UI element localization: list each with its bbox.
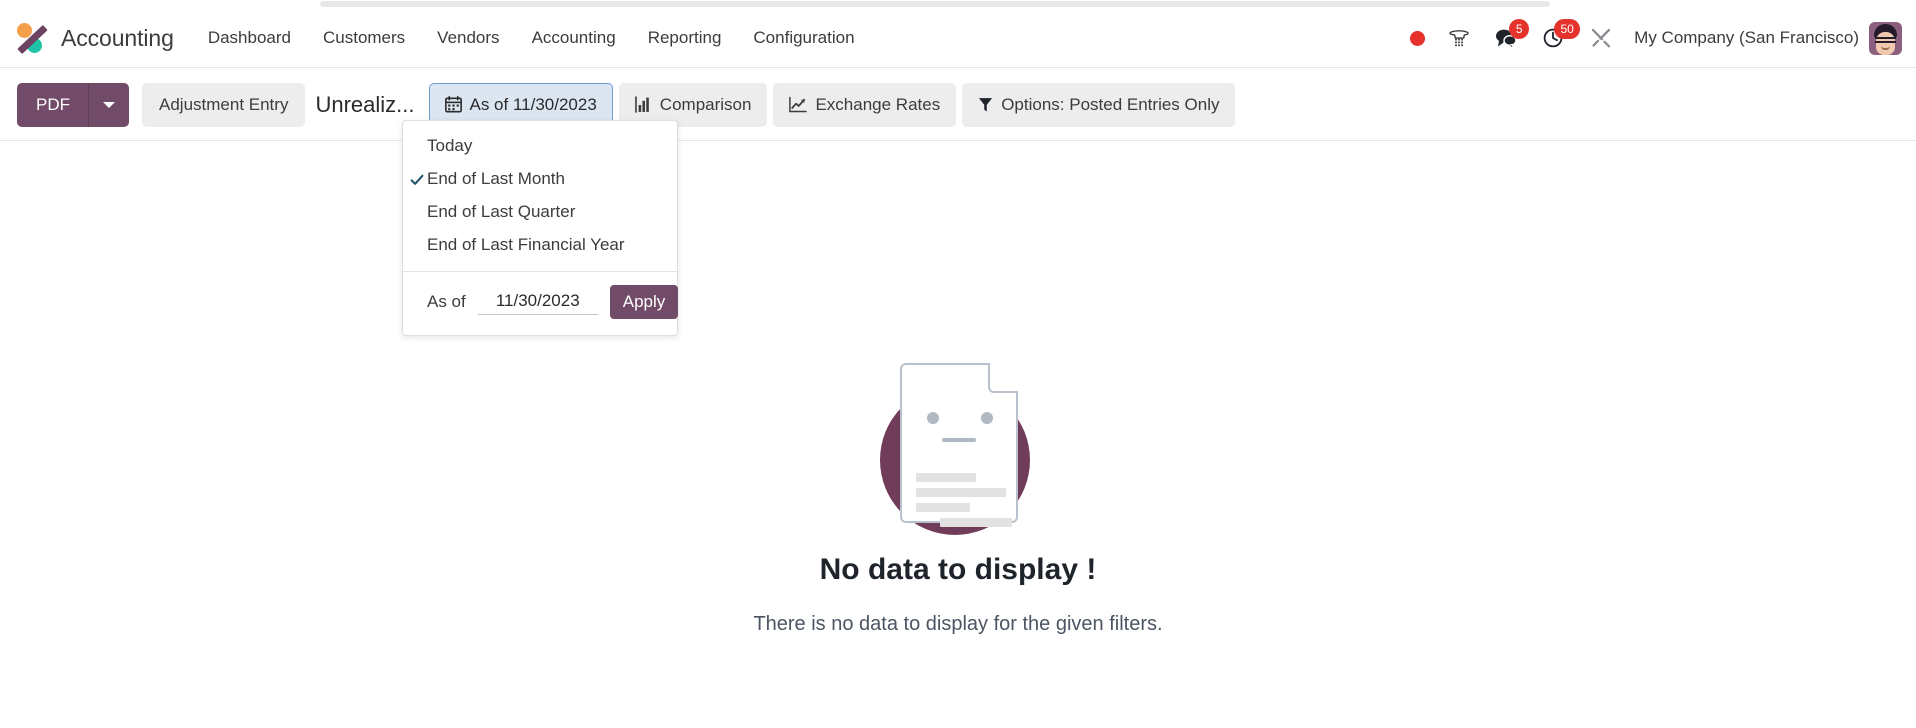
- company-switcher[interactable]: My Company (San Francisco): [1634, 28, 1859, 48]
- report-title: Unrealiz...: [315, 91, 415, 117]
- illustration-page-fold: [988, 363, 1018, 393]
- check-icon: [410, 172, 424, 186]
- record-dot-icon: [1410, 30, 1426, 46]
- avatar-face: [1876, 31, 1895, 55]
- no-data-subtitle: There is no data to display for the give…: [753, 613, 1163, 635]
- pdf-export-button[interactable]: PDF: [17, 82, 89, 127]
- illustration-text-line: [916, 488, 1006, 497]
- illustration-text-line: [916, 503, 970, 512]
- exchange-rates-label: Exchange Rates: [815, 94, 941, 114]
- user-avatar[interactable]: [1869, 21, 1902, 55]
- chevron-down-icon: [103, 101, 115, 108]
- as-of-label: As of: [427, 292, 466, 311]
- activities-badge: 50: [1554, 19, 1581, 39]
- menu-item-configuration[interactable]: Configuration: [737, 9, 870, 67]
- date-filter-dropdown: Today End of Last Month End of Last Quar…: [402, 120, 679, 336]
- messages-button[interactable]: 5: [1482, 9, 1530, 67]
- activities-button[interactable]: 50: [1530, 9, 1581, 67]
- dropdown-option-label: End of Last Month: [427, 168, 565, 188]
- menu-item-accounting[interactable]: Accounting: [516, 9, 632, 67]
- dropdown-option-label: End of Last Quarter: [427, 201, 576, 221]
- top-navbar: Accounting Dashboard Customers Vendors A…: [0, 9, 1916, 68]
- dropdown-option-today[interactable]: Today: [403, 129, 677, 162]
- voip-phone-button[interactable]: [1436, 9, 1482, 67]
- illustration-document: [900, 363, 1018, 527]
- pdf-dropdown-toggle[interactable]: [89, 82, 129, 127]
- illustration-eye-left: [927, 412, 939, 424]
- debug-tools-button[interactable]: [1578, 9, 1624, 67]
- report-control-panel: PDF Adjustment Entry Unrealiz... As of 1…: [0, 69, 1916, 141]
- apply-button[interactable]: Apply: [609, 285, 679, 319]
- menu-item-reporting[interactable]: Reporting: [632, 9, 738, 67]
- app-name: Accounting: [61, 24, 174, 51]
- report-content-area: No data to display ! There is no data to…: [0, 141, 1916, 728]
- dropdown-option-label: End of Last Financial Year: [427, 234, 625, 254]
- chrome-bar: [320, 1, 1550, 7]
- wrench-screwdriver-icon: [1592, 28, 1611, 48]
- dropdown-option-end-of-last-month[interactable]: End of Last Month: [403, 162, 677, 195]
- browser-chrome-sliver: [0, 0, 1916, 9]
- no-data-title: No data to display !: [819, 553, 1097, 586]
- as-of-row: As of Apply: [403, 272, 679, 335]
- illustration-text-line: [916, 473, 976, 482]
- odoo-accounting-logo-icon: [16, 21, 50, 55]
- illustration-mouth: [942, 438, 976, 442]
- systray: 5 50 My Company (San Francisco): [1399, 9, 1902, 67]
- no-data-illustration-icon: [872, 363, 1044, 535]
- recording-indicator[interactable]: [1399, 9, 1436, 67]
- exchange-rates-button[interactable]: Exchange Rates: [773, 82, 957, 127]
- menu-item-customers[interactable]: Customers: [307, 9, 421, 67]
- dropdown-option-label: Today: [427, 135, 473, 155]
- as-of-date-input[interactable]: [477, 289, 598, 315]
- illustration-text-line: [940, 518, 1012, 527]
- avatar-smile: [1881, 46, 1890, 50]
- options-label: Options: Posted Entries Only: [1001, 94, 1220, 114]
- illustration-eye-right: [981, 412, 993, 424]
- phone-icon: [1449, 30, 1469, 47]
- pdf-button-group: PDF: [17, 82, 129, 127]
- adjustment-entry-button[interactable]: Adjustment Entry: [142, 82, 306, 127]
- bar-chart-icon: [634, 96, 652, 113]
- filter-funnel-icon: [978, 96, 993, 113]
- comparison-label: Comparison: [659, 94, 752, 114]
- options-button[interactable]: Options: Posted Entries Only: [962, 82, 1236, 127]
- date-filter-label: As of 11/30/2023: [469, 94, 597, 114]
- avatar-glasses: [1875, 36, 1896, 43]
- main-menu: Dashboard Customers Vendors Accounting R…: [192, 9, 871, 67]
- messages-badge: 5: [1509, 19, 1530, 39]
- menu-item-dashboard[interactable]: Dashboard: [192, 9, 307, 67]
- dropdown-option-end-of-last-quarter[interactable]: End of Last Quarter: [403, 195, 677, 228]
- dropdown-option-end-of-last-financial-year[interactable]: End of Last Financial Year: [403, 228, 677, 261]
- line-chart-icon: [789, 96, 808, 113]
- app-brand[interactable]: Accounting: [16, 9, 174, 67]
- menu-item-vendors[interactable]: Vendors: [421, 9, 515, 67]
- calendar-icon: [444, 96, 462, 113]
